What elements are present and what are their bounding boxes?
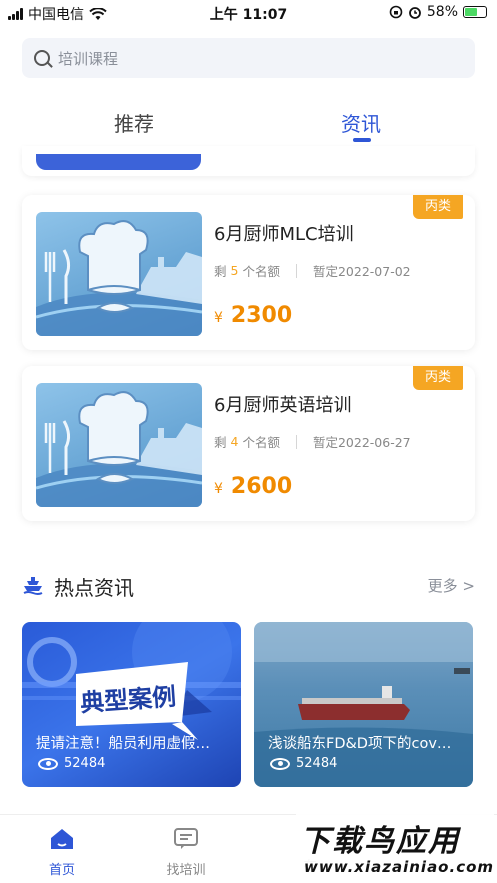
- course-date: 暂定2022-06-27: [312, 435, 411, 450]
- news-card[interactable]: 浅谈船东FD&D项下的cov… 52484: [254, 622, 473, 787]
- eye-icon: [38, 757, 58, 770]
- remaining-count: 4: [230, 434, 239, 449]
- partial-card-image: [36, 154, 201, 170]
- view-number: 52484: [296, 756, 338, 771]
- view-count: 52484: [38, 756, 105, 771]
- watermark: 下载鸟应用 www.xiazainiao.com: [296, 812, 494, 882]
- nav-home-label: 首页: [48, 863, 75, 878]
- course-card[interactable]: 丙类 6月厨师英语培训 剩 4 个名额 暂定2022-06-27 ¥ 2600: [22, 366, 475, 521]
- course-price: ¥ 2300: [214, 303, 292, 328]
- home-icon: [51, 829, 73, 849]
- search-placeholder: 培训课程: [58, 49, 119, 68]
- partial-course-card[interactable]: [22, 146, 475, 176]
- course-card[interactable]: 丙类 6月厨师MLC培训 剩 5 个名额 暂定2022-07-02 ¥ 2300: [22, 195, 475, 350]
- lock-rotation-icon: [389, 5, 403, 19]
- tab-recommend[interactable]: 推荐: [114, 108, 154, 137]
- active-tab-indicator: [353, 138, 371, 142]
- watermark-title: 下载鸟应用: [300, 824, 460, 859]
- remaining-suffix: 个名额: [242, 264, 280, 279]
- course-meta: 剩 4 个名额 暂定2022-06-27: [214, 432, 411, 451]
- view-count: 52484: [270, 756, 337, 771]
- news-caption: 提请注意！船员利用虚假…: [36, 736, 210, 752]
- news-image-text: 典型案例: [79, 682, 178, 718]
- course-title: 6月厨师MLC培训: [214, 224, 354, 245]
- status-bar: 中国电信 上午 11:07 58%: [0, 0, 497, 26]
- eye-icon: [270, 757, 290, 770]
- course-title: 6月厨师英语培训: [214, 395, 352, 416]
- course-meta: 剩 5 个名额 暂定2022-07-02: [214, 261, 411, 280]
- course-date: 暂定2022-07-02: [312, 264, 411, 279]
- ship-icon: [23, 577, 43, 595]
- currency-symbol: ¥: [214, 481, 223, 497]
- section-title: 热点资讯: [54, 576, 134, 600]
- battery-percent: 58%: [426, 4, 458, 20]
- search-icon: [34, 50, 50, 66]
- remaining-prefix: 剩: [214, 264, 227, 279]
- status-right: 58%: [389, 4, 487, 20]
- meta-divider: [295, 263, 297, 278]
- course-type-badge: 丙类: [413, 366, 463, 390]
- remaining-count: 5: [230, 263, 239, 278]
- more-link[interactable]: 更多 >: [428, 575, 475, 596]
- meta-divider: [295, 434, 297, 449]
- watermark-url: www.xiazainiao.com: [304, 858, 495, 876]
- view-number: 52484: [64, 756, 106, 771]
- alarm-icon: [408, 7, 421, 19]
- course-price: ¥ 2600: [214, 474, 292, 499]
- message-icon: [174, 828, 198, 849]
- nav-home[interactable]: 首页: [22, 827, 102, 878]
- course-type-badge: 丙类: [413, 195, 463, 219]
- price-value: 2300: [230, 303, 293, 328]
- news-card[interactable]: 典型案例 提请注意！船员利用虚假… 52484: [22, 622, 241, 787]
- battery-icon: [463, 6, 487, 18]
- course-thumbnail: [36, 383, 202, 507]
- news-caption: 浅谈船东FD&D项下的cov…: [268, 736, 452, 752]
- course-thumbnail: [36, 212, 202, 336]
- tab-news[interactable]: 资讯: [341, 108, 381, 137]
- price-value: 2600: [230, 474, 293, 499]
- remaining-prefix: 剩: [214, 435, 227, 450]
- remaining-suffix: 个名额: [242, 435, 280, 450]
- search-bar[interactable]: 培训课程: [22, 38, 475, 78]
- nav-find-training-label: 找培训: [166, 863, 206, 878]
- nav-find-training[interactable]: 找培训: [146, 827, 226, 878]
- currency-symbol: ¥: [214, 310, 223, 326]
